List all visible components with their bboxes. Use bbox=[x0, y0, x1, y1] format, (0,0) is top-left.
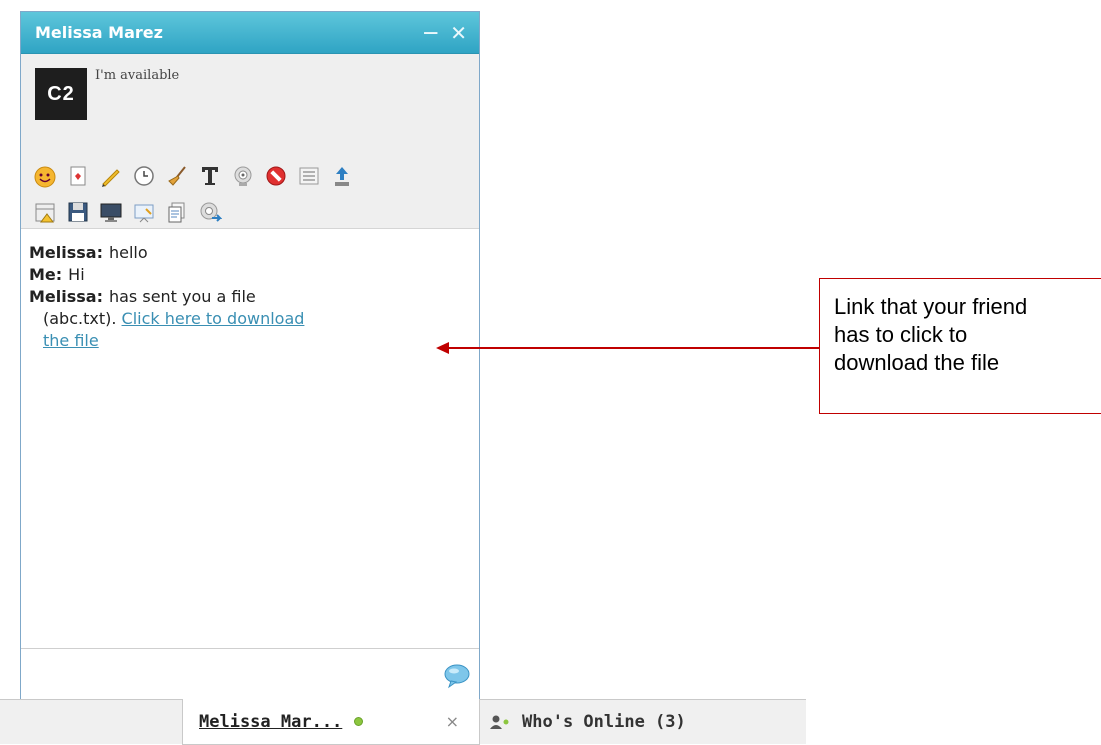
message-item: Me: Hi bbox=[29, 264, 469, 286]
whiteboard-icon[interactable] bbox=[132, 200, 156, 224]
chat-title: Melissa Marez bbox=[35, 23, 163, 42]
download-file-link-continued[interactable]: the file bbox=[43, 331, 99, 350]
document-icon[interactable] bbox=[165, 200, 189, 224]
calendar-icon[interactable] bbox=[33, 200, 57, 224]
callout-line: download the file bbox=[834, 350, 1000, 375]
status-text: I'm available bbox=[95, 68, 180, 83]
profile-area: C2 I'm available bbox=[21, 54, 479, 229]
callout-line: has to click to bbox=[834, 322, 968, 347]
card-icon[interactable] bbox=[66, 164, 90, 188]
chat-window: Melissa Marez — ✕ C2 I'm available Melis… bbox=[20, 11, 480, 701]
message-continuation: (abc.txt). Click here to download the fil… bbox=[29, 308, 469, 352]
message-list: Melissa: hello Me: Hi Melissa: has sent you… bbox=[21, 228, 479, 648]
taskbar-chat-close-button[interactable]: × bbox=[446, 712, 459, 731]
clock-icon[interactable] bbox=[132, 164, 156, 188]
message-text: Hi bbox=[68, 265, 85, 284]
message-sender: Melissa: bbox=[29, 243, 103, 262]
text-format-icon[interactable] bbox=[198, 164, 222, 188]
message-sender: Melissa: bbox=[29, 287, 103, 306]
close-button[interactable]: ✕ bbox=[450, 23, 467, 43]
list-icon[interactable] bbox=[297, 164, 321, 188]
toolbar-row-2 bbox=[33, 200, 222, 224]
taskbar: Melissa Mar... × Who's Online (3) bbox=[0, 699, 806, 745]
chat-header[interactable]: Melissa Marez — ✕ bbox=[21, 12, 479, 54]
smiley-icon[interactable] bbox=[33, 164, 57, 188]
monitor-icon[interactable] bbox=[99, 200, 123, 224]
whos-online-button[interactable]: Who's Online (3) bbox=[490, 700, 686, 744]
taskbar-chat-tab-label[interactable]: Melissa Mar... bbox=[199, 712, 342, 732]
online-status-icon bbox=[354, 717, 364, 726]
avatar[interactable]: C2 bbox=[35, 68, 87, 120]
broom-icon[interactable] bbox=[165, 164, 189, 188]
message-item: Melissa: has sent you a file (abc.txt). C… bbox=[29, 286, 469, 352]
speech-bubble-icon[interactable] bbox=[443, 663, 471, 689]
whos-online-label: Who's Online (3) bbox=[522, 712, 686, 732]
download-file-link[interactable]: Click here to download bbox=[122, 309, 305, 328]
message-input[interactable] bbox=[21, 648, 479, 701]
users-online-icon bbox=[490, 715, 509, 729]
pencil-icon[interactable] bbox=[99, 164, 123, 188]
webcam-share-icon[interactable] bbox=[198, 200, 222, 224]
message-item: Melissa: hello bbox=[29, 242, 469, 264]
message-sender: Me: bbox=[29, 265, 63, 284]
file-name: (abc.txt). bbox=[43, 309, 117, 328]
webcam-icon[interactable] bbox=[231, 164, 255, 188]
save-icon[interactable] bbox=[66, 200, 90, 224]
minimize-button[interactable]: — bbox=[423, 25, 438, 40]
message-text: has sent you a file bbox=[108, 287, 256, 306]
taskbar-chat-tab[interactable]: Melissa Mar... × bbox=[182, 699, 480, 745]
toolbar-row-1 bbox=[33, 164, 354, 188]
block-icon[interactable] bbox=[264, 164, 288, 188]
header-controls: — ✕ bbox=[423, 23, 467, 43]
annotation-callout: Link that your friend has to click to do… bbox=[819, 278, 1101, 414]
upload-icon[interactable] bbox=[330, 164, 354, 188]
callout-line: Link that your friend bbox=[834, 294, 1028, 319]
message-text: hello bbox=[108, 243, 148, 262]
